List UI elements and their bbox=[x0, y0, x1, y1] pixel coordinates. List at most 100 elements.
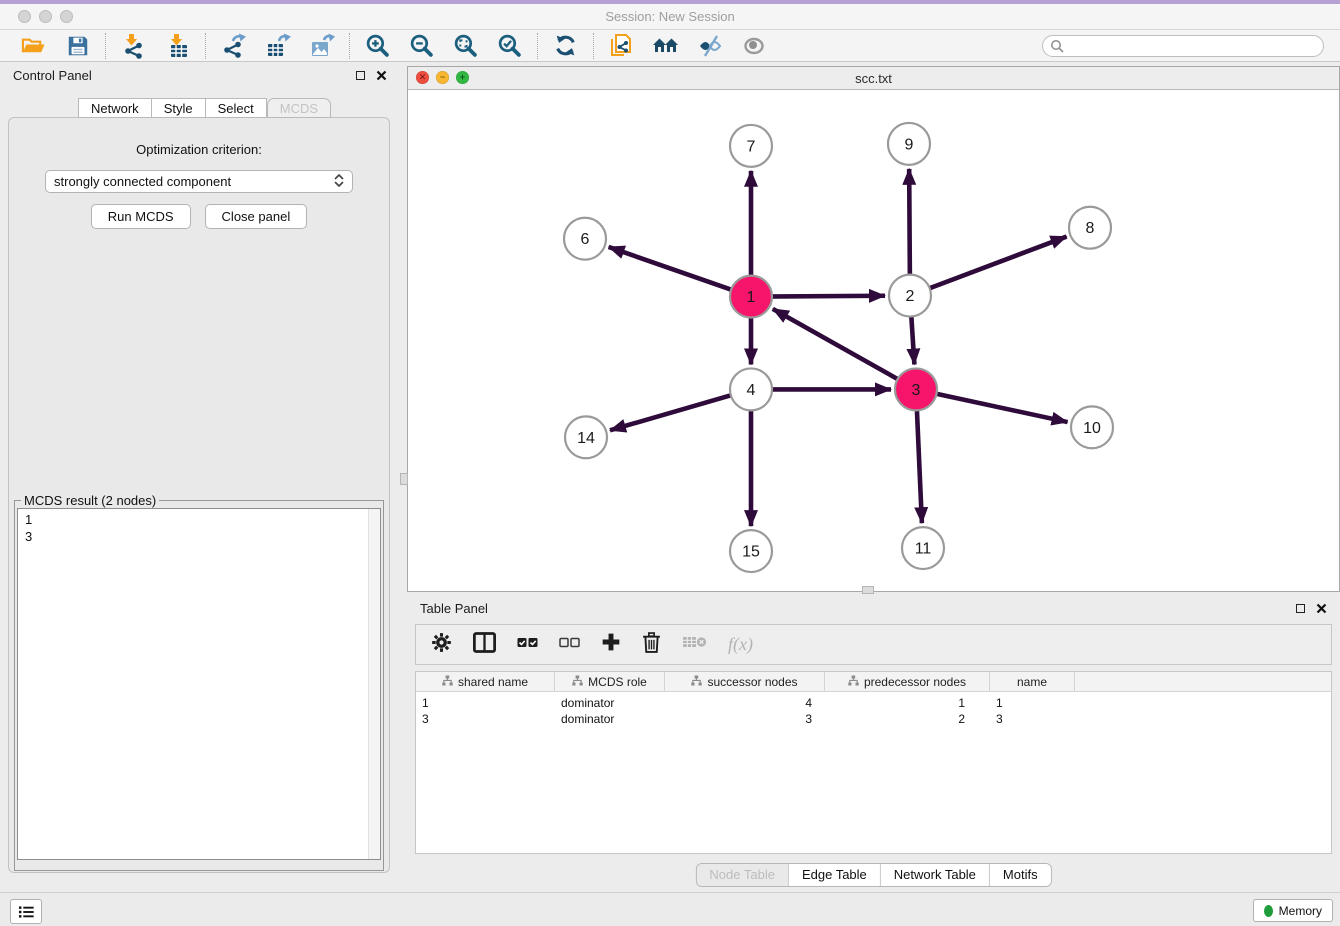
cell-mcds-role[interactable]: dominator bbox=[555, 712, 665, 726]
cell-successor-nodes[interactable]: 4 bbox=[665, 696, 825, 710]
edge-3-10[interactable] bbox=[916, 389, 1068, 422]
zoom-out-icon[interactable] bbox=[408, 32, 435, 59]
table-settings-icon[interactable] bbox=[431, 632, 452, 658]
criterion-dropdown[interactable]: strongly connected component bbox=[45, 170, 353, 193]
graph-node-4[interactable]: 4 bbox=[730, 368, 772, 410]
eye-disabled-icon[interactable] bbox=[740, 32, 767, 59]
edge-1-6[interactable] bbox=[609, 247, 751, 297]
column-label: name bbox=[1017, 675, 1047, 689]
import-table-icon[interactable] bbox=[164, 32, 191, 59]
cell-predecessor-nodes[interactable]: 2 bbox=[825, 712, 990, 726]
graph-svg: 7 9 6 8 1 2 4 3 14 10 15 11 bbox=[408, 89, 1339, 591]
float-panel-icon[interactable] bbox=[356, 71, 365, 80]
close-table-panel-icon[interactable] bbox=[1316, 603, 1327, 614]
mcds-result-textarea[interactable]: 13 bbox=[17, 508, 381, 860]
result-line: 1 bbox=[25, 511, 364, 528]
column-header-mcds-role[interactable]: MCDS role bbox=[555, 672, 665, 691]
column-header-shared-name[interactable]: shared name bbox=[416, 672, 555, 691]
refresh-icon[interactable] bbox=[552, 32, 579, 59]
zoom-in-icon[interactable] bbox=[364, 32, 391, 59]
export-image-icon[interactable] bbox=[308, 32, 335, 59]
node-label: 10 bbox=[1083, 420, 1101, 437]
node-label: 6 bbox=[581, 231, 590, 248]
graph-node-3[interactable]: 3 bbox=[895, 368, 937, 410]
zoom-fit-icon[interactable] bbox=[452, 32, 479, 59]
optimization-criterion-label: Optimization criterion: bbox=[9, 142, 389, 157]
close-panel-icon[interactable] bbox=[376, 70, 387, 81]
tab-mcds[interactable]: MCDS bbox=[267, 98, 331, 118]
graph-node-10[interactable]: 10 bbox=[1071, 406, 1113, 448]
graph-node-7[interactable]: 7 bbox=[730, 125, 772, 167]
tab-motifs[interactable]: Motifs bbox=[989, 864, 1051, 886]
tab-select[interactable]: Select bbox=[206, 98, 267, 118]
toggle-columns-icon[interactable] bbox=[473, 632, 496, 658]
graph-node-15[interactable]: 15 bbox=[730, 530, 772, 572]
tab-network[interactable]: Network bbox=[78, 98, 152, 118]
edge-3-1[interactable] bbox=[773, 309, 916, 390]
table-header-row: shared nameMCDS role successor nodes prede… bbox=[416, 672, 1331, 692]
search-input[interactable] bbox=[1042, 35, 1324, 57]
import-network-icon[interactable] bbox=[120, 32, 147, 59]
table-toolbar: f(x) bbox=[415, 624, 1332, 665]
cell-predecessor-nodes[interactable]: 1 bbox=[825, 696, 990, 710]
zoom-selected-icon[interactable] bbox=[496, 32, 523, 59]
result-scrollbar[interactable] bbox=[368, 509, 380, 859]
graph-node-9[interactable]: 9 bbox=[888, 123, 930, 165]
graph-node-1[interactable]: 1 bbox=[730, 276, 772, 318]
node-label: 11 bbox=[915, 541, 932, 558]
dropdown-stepper-icon bbox=[334, 173, 344, 191]
tab-network-table[interactable]: Network Table bbox=[880, 864, 989, 886]
column-label: predecessor nodes bbox=[864, 675, 966, 689]
node-label: 14 bbox=[577, 430, 595, 447]
cell-shared-name[interactable]: 3 bbox=[416, 712, 555, 726]
tab-style[interactable]: Style bbox=[152, 98, 206, 118]
select-all-checkboxes-icon[interactable] bbox=[517, 635, 538, 655]
copy-network-icon[interactable] bbox=[608, 32, 635, 59]
network-minimize-button[interactable]: − bbox=[436, 71, 449, 84]
graph-node-8[interactable]: 8 bbox=[1069, 207, 1111, 249]
column-header-successor-nodes[interactable]: successor nodes bbox=[665, 672, 825, 691]
cell-name[interactable]: 3 bbox=[990, 712, 1075, 726]
splitter-grip-vertical[interactable] bbox=[400, 473, 408, 485]
table-row[interactable]: 3dominator323 bbox=[416, 711, 1331, 727]
memory-label: Memory bbox=[1279, 904, 1322, 918]
cell-shared-name[interactable]: 1 bbox=[416, 696, 555, 710]
deselect-all-checkboxes-icon[interactable] bbox=[559, 635, 580, 655]
cell-name[interactable]: 1 bbox=[990, 696, 1075, 710]
graph-node-14[interactable]: 14 bbox=[565, 416, 607, 458]
float-table-panel-icon[interactable] bbox=[1296, 604, 1305, 613]
export-network-icon[interactable] bbox=[220, 32, 247, 59]
node-label: 7 bbox=[747, 138, 756, 155]
cell-successor-nodes[interactable]: 3 bbox=[665, 712, 825, 726]
network-close-button[interactable]: ✕ bbox=[416, 71, 429, 84]
tree-icon bbox=[691, 675, 702, 689]
add-column-icon[interactable] bbox=[601, 632, 621, 657]
graph-node-11[interactable]: 11 bbox=[902, 527, 944, 569]
task-history-button[interactable] bbox=[10, 899, 42, 924]
network-maximize-button[interactable]: + bbox=[456, 71, 469, 84]
graph-node-2[interactable]: 2 bbox=[889, 275, 931, 317]
splitter-grip-horizontal[interactable] bbox=[862, 586, 874, 594]
column-label: successor nodes bbox=[707, 675, 797, 689]
network-window-titlebar[interactable]: ✕ − + scc.txt bbox=[408, 67, 1339, 90]
hide-graphics-details-icon[interactable] bbox=[696, 32, 723, 59]
table-row[interactable]: 1dominator411 bbox=[416, 695, 1331, 711]
show-all-networks-icon[interactable] bbox=[652, 32, 679, 59]
node-label: 4 bbox=[747, 382, 756, 399]
export-table-icon[interactable] bbox=[264, 32, 291, 59]
memory-button[interactable]: Memory bbox=[1253, 899, 1333, 922]
delete-column-icon[interactable] bbox=[642, 632, 661, 658]
tab-node-table[interactable]: Node Table bbox=[696, 864, 788, 886]
close-panel-button[interactable]: Close panel bbox=[205, 204, 308, 229]
save-session-icon[interactable] bbox=[64, 32, 91, 59]
column-header-predecessor-nodes[interactable]: predecessor nodes bbox=[825, 672, 990, 691]
run-mcds-button[interactable]: Run MCDS bbox=[91, 204, 191, 229]
column-header-name[interactable]: name bbox=[990, 672, 1075, 691]
open-session-icon[interactable] bbox=[20, 32, 47, 59]
cell-mcds-role[interactable]: dominator bbox=[555, 696, 665, 710]
graph-node-6[interactable]: 6 bbox=[564, 218, 606, 260]
tab-edge-table[interactable]: Edge Table bbox=[788, 864, 880, 886]
edge-2-8[interactable] bbox=[910, 237, 1067, 296]
network-canvas[interactable]: 7 9 6 8 1 2 4 3 14 10 15 11 bbox=[408, 89, 1339, 591]
control-panel-title: Control Panel bbox=[13, 68, 92, 83]
